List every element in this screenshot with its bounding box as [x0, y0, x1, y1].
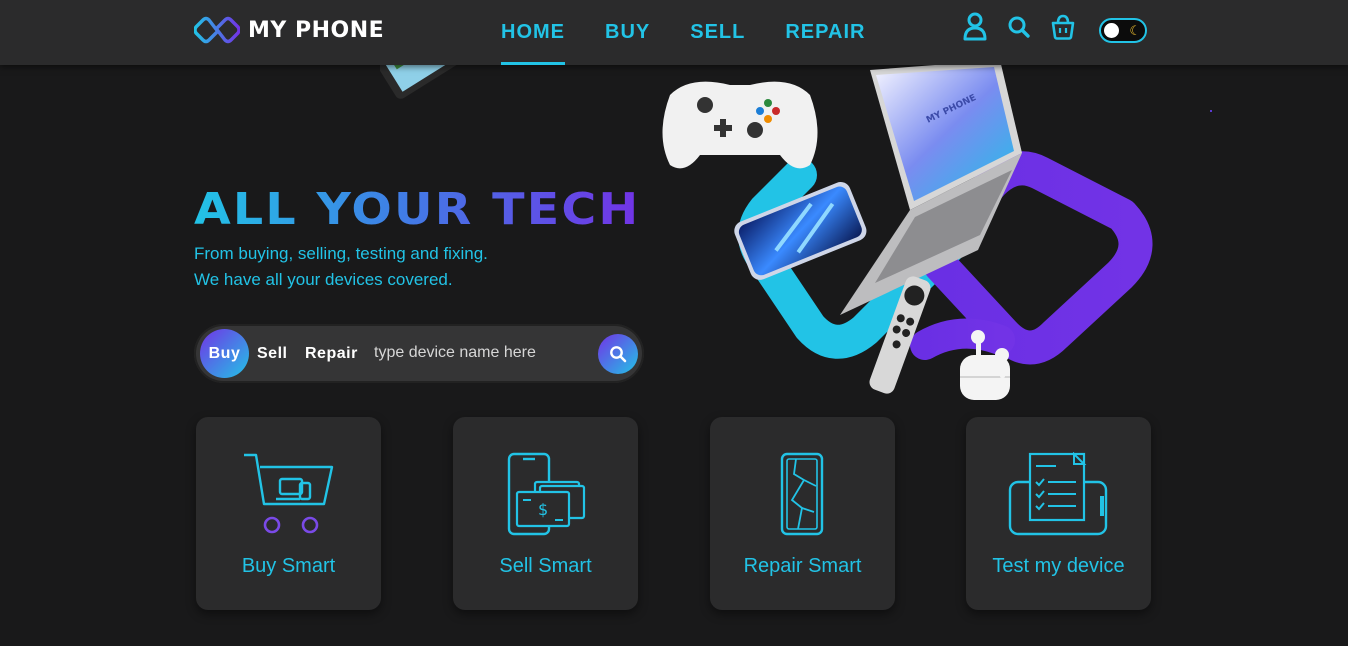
search-tab-repair[interactable]: Repair	[305, 324, 358, 383]
game-controller-device	[662, 81, 818, 169]
logo-mark-icon	[194, 16, 240, 44]
svg-text:$: $	[538, 500, 548, 519]
card-label-repair: Repair Smart	[743, 555, 862, 577]
phone-cash-icon: $	[507, 452, 586, 536]
user-icon[interactable]	[962, 12, 988, 42]
brand-logo[interactable]: MY PHONE	[194, 15, 384, 45]
top-navbar: MY PHONE HOME BUY SELL REPAIR ☾	[0, 0, 1348, 65]
game-console-device	[380, 65, 482, 99]
basket-icon[interactable]	[1050, 12, 1076, 42]
card-label-buy: Buy Smart	[241, 555, 336, 577]
buy-smart-card[interactable]: Buy Smart	[196, 417, 381, 610]
nav-repair[interactable]: REPAIR	[785, 0, 865, 65]
sell-smart-card[interactable]: $ Sell Smart	[453, 417, 638, 610]
card-label-test: Test my device	[992, 555, 1125, 577]
hero-subtitle-line1: From buying, selling, testing and fixing…	[194, 244, 488, 263]
cart-icon	[244, 453, 334, 534]
decorative-dot	[1210, 110, 1212, 112]
test-device-card[interactable]: Test my device	[966, 417, 1151, 610]
theme-toggle[interactable]: ☾	[1099, 18, 1147, 43]
hero-subtitle: From buying, selling, testing and fixing…	[194, 241, 488, 293]
device-search-input[interactable]	[374, 338, 594, 368]
checklist-icon	[1008, 452, 1108, 536]
repair-smart-card[interactable]: Repair Smart	[710, 417, 895, 610]
device-search-bar: Buy Sell Repair	[194, 324, 644, 383]
nav-sell[interactable]: SELL	[690, 0, 745, 65]
nav-buy[interactable]: BUY	[605, 0, 650, 65]
search-icon[interactable]	[1006, 12, 1032, 42]
card-label-sell: Sell Smart	[499, 555, 592, 577]
search-submit-button[interactable]	[598, 334, 638, 374]
nav-home[interactable]: HOME	[501, 0, 565, 65]
search-tab-buy[interactable]: Buy	[200, 329, 249, 378]
hero-title: ALL YOUR TECH	[194, 184, 641, 235]
sun-icon	[1104, 23, 1119, 38]
hero-subtitle-line2: We have all your devices covered.	[194, 270, 453, 289]
search-tab-sell[interactable]: Sell	[257, 324, 287, 383]
brand-name: MY PHONE	[248, 17, 385, 43]
nav-icon-group	[962, 12, 1076, 42]
main-nav: HOME BUY SELL REPAIR	[501, 0, 905, 65]
moon-icon: ☾	[1129, 23, 1141, 38]
broken-phone-icon	[780, 452, 824, 536]
search-icon	[610, 346, 627, 363]
